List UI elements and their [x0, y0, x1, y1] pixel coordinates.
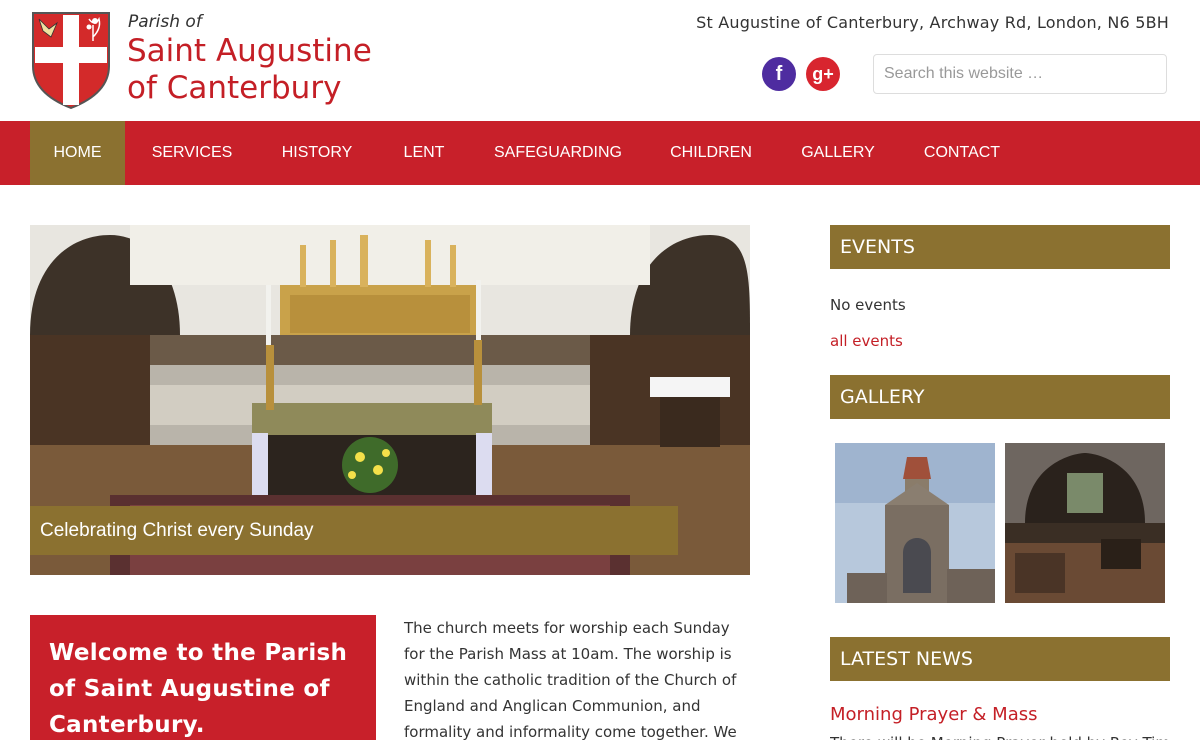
nav-item-children[interactable]: CHILDREN [656, 121, 766, 185]
nav-item-home[interactable]: HOME [30, 121, 125, 185]
news-item-excerpt: There will be Morning Prayer held by Rev… [830, 732, 1170, 740]
gallery-widget-title: GALLERY [830, 375, 1170, 419]
search-input[interactable]: Search this website … [873, 54, 1167, 94]
brand-title-line2[interactable]: of Canterbury [127, 70, 341, 106]
nav-item-contact[interactable]: CONTACT [910, 121, 1014, 185]
nav-item-history[interactable]: HISTORY [266, 121, 368, 185]
welcome-heading: Welcome to the Parish of Saint Augustine… [49, 640, 348, 738]
all-events-link[interactable]: all events [830, 332, 903, 350]
church-exterior-photo [835, 443, 995, 603]
google-plus-icon[interactable]: g+ [806, 57, 840, 91]
brand-title-line1[interactable]: Saint Augustine [127, 33, 372, 69]
parish-crest-logo[interactable] [31, 11, 111, 109]
site-header: Parish of Saint Augustine of Canterbury … [0, 0, 1200, 121]
gallery-thumbnail-exterior[interactable] [835, 443, 995, 603]
events-widget-title: EVENTS [830, 225, 1170, 269]
brand-prefix: Parish of [128, 12, 202, 32]
welcome-box: Welcome to the Parish of Saint Augustine… [30, 615, 376, 740]
latest-news-widget-title: LATEST NEWS [830, 637, 1170, 681]
gallery-thumbnail-interior[interactable] [1005, 443, 1165, 603]
nav-item-gallery[interactable]: GALLERY [788, 121, 888, 185]
hero-caption[interactable]: Celebrating Christ every Sunday [30, 506, 678, 555]
main-nav: HOME SERVICES HISTORY LENT SAFEGUARDING … [0, 121, 1200, 185]
nav-item-lent[interactable]: LENT [390, 121, 458, 185]
nav-item-services[interactable]: SERVICES [137, 121, 247, 185]
church-address: St Augustine of Canterbury, Archway Rd, … [696, 13, 1169, 32]
facebook-icon[interactable]: f [762, 57, 796, 91]
no-events-text: No events [830, 296, 906, 314]
church-interior-thumbnail [1005, 443, 1165, 603]
intro-paragraph: The church meets for worship each Sunday… [404, 619, 737, 740]
news-item-link[interactable]: Morning Prayer & Mass [830, 704, 1037, 725]
nav-item-safeguarding[interactable]: SAFEGUARDING [481, 121, 635, 185]
hero-slideshow[interactable]: Celebrating Christ every Sunday [30, 225, 750, 575]
